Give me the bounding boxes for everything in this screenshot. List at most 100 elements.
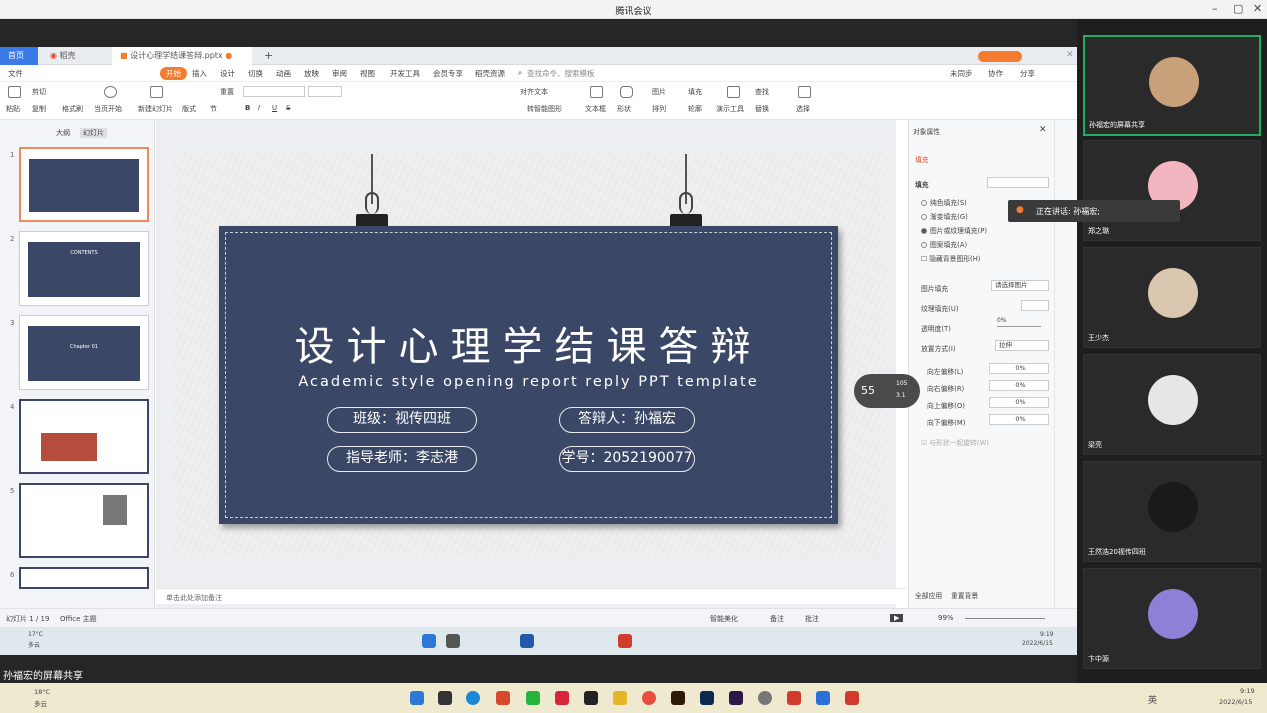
fill-option-pattern[interactable]: 图案填充(A) bbox=[921, 239, 967, 249]
office-icon[interactable] bbox=[496, 691, 510, 705]
class-pill[interactable]: 班级：视传四班 bbox=[327, 407, 477, 433]
student-id-pill[interactable]: 学号：2052190077 bbox=[559, 446, 695, 472]
zoom-slider[interactable] bbox=[965, 618, 1045, 619]
share-button[interactable]: 分享 bbox=[1020, 68, 1035, 79]
new-slide-button[interactable]: 新建幻灯片 bbox=[138, 104, 173, 114]
texture-select[interactable] bbox=[1021, 300, 1049, 311]
offset-down-input[interactable]: 0% bbox=[989, 414, 1049, 425]
props-close-icon[interactable]: ✕ bbox=[1039, 125, 1047, 135]
slide-thumbnail-6[interactable] bbox=[19, 567, 149, 589]
cut-button[interactable]: 剪切 bbox=[32, 87, 46, 97]
edge-icon[interactable] bbox=[466, 691, 480, 705]
inner-start-icon[interactable] bbox=[422, 634, 436, 648]
paste-button[interactable]: 粘贴 bbox=[6, 104, 20, 114]
inner-search-icon[interactable] bbox=[446, 634, 460, 648]
tencent-meeting-icon[interactable] bbox=[816, 691, 830, 705]
participant-tile[interactable]: 梁亮 bbox=[1083, 354, 1261, 455]
menu-devtools[interactable]: 开发工具 bbox=[390, 68, 420, 79]
copy-button[interactable]: 复制 bbox=[32, 104, 46, 114]
bold-button[interactable]: B bbox=[245, 104, 250, 112]
font-name-select[interactable] bbox=[243, 86, 305, 97]
notes-button[interactable]: 备注 bbox=[770, 614, 784, 624]
underline-button[interactable]: U bbox=[272, 104, 277, 112]
smartart-button[interactable]: 转智能图形 bbox=[527, 104, 562, 114]
placement-select[interactable]: 拉伸 bbox=[995, 340, 1049, 351]
chrome-icon[interactable] bbox=[642, 691, 656, 705]
tab-home[interactable]: 首页 bbox=[0, 47, 38, 65]
slide-thumbnail-5[interactable] bbox=[19, 483, 149, 558]
pic-fill-select[interactable]: 请选择图片 bbox=[991, 280, 1049, 291]
apply-all-button[interactable]: 全部应用 bbox=[915, 590, 942, 600]
slide-subtitle[interactable]: Academic style opening report reply PPT … bbox=[219, 374, 838, 390]
slide-thumbnail-2[interactable]: CONTENTS bbox=[19, 231, 149, 306]
tab-file[interactable]: ■ 设计心理学结课答辩.pptx ● bbox=[112, 47, 252, 65]
task-view-icon[interactable] bbox=[438, 691, 452, 705]
participant-tile[interactable]: 郑之璐 bbox=[1083, 140, 1261, 241]
menu-member[interactable]: 会员专享 bbox=[433, 68, 463, 79]
fill-option-gradient[interactable]: 渐变填充(G) bbox=[921, 211, 968, 221]
restore-icon[interactable]: ▢ bbox=[1233, 2, 1243, 15]
zoom-level[interactable]: 99% bbox=[938, 614, 954, 622]
fill-option-solid[interactable]: 纯色填充(S) bbox=[921, 197, 967, 207]
ime-lang[interactable]: 英 bbox=[1148, 693, 1157, 706]
fill-color-select[interactable] bbox=[987, 177, 1049, 188]
wechat-icon[interactable] bbox=[526, 691, 540, 705]
photoshop-icon[interactable] bbox=[700, 691, 714, 705]
start-icon[interactable] bbox=[410, 691, 424, 705]
inner-app-icon[interactable] bbox=[520, 634, 534, 648]
presenter-pill[interactable]: 答辩人：孙福宏 bbox=[559, 407, 695, 433]
play-from-button[interactable]: 当页开始 bbox=[94, 104, 122, 114]
presentation-tools-button[interactable]: 演示工具 bbox=[716, 104, 744, 114]
wps-icon[interactable] bbox=[787, 691, 801, 705]
participant-tile[interactable]: 王然浩20视传四班 bbox=[1083, 461, 1261, 562]
beautify-button[interactable]: 智能美化 bbox=[710, 614, 738, 624]
slide-thumbnail-3[interactable]: Chapter 01 bbox=[19, 315, 149, 390]
slide-thumbnail-4[interactable] bbox=[19, 399, 149, 474]
close-icon[interactable]: ✕ bbox=[1253, 2, 1262, 15]
collab-button[interactable]: 协作 bbox=[988, 68, 1003, 79]
menu-insert[interactable]: 插入 bbox=[192, 68, 207, 79]
participant-tile[interactable]: 孙福宏的屏幕共享 bbox=[1083, 35, 1261, 136]
fill-option-picture[interactable]: 图片或纹理填充(P) bbox=[921, 225, 987, 235]
slide-thumbnail-1[interactable] bbox=[19, 147, 149, 222]
premiere-icon[interactable] bbox=[729, 691, 743, 705]
italic-button[interactable]: I bbox=[258, 104, 260, 112]
offset-right-input[interactable]: 0% bbox=[989, 380, 1049, 391]
textbox-button[interactable]: 文本框 bbox=[585, 104, 606, 114]
replace-button[interactable]: 替换 bbox=[755, 104, 769, 114]
transparency-slider[interactable] bbox=[997, 326, 1041, 327]
format-painter-button[interactable]: 格式刷 bbox=[62, 104, 83, 114]
strike-button[interactable]: S bbox=[286, 104, 290, 112]
tab-slides[interactable]: 幻灯片 bbox=[80, 128, 107, 138]
tab-docer[interactable]: ◉ 稻壳 bbox=[42, 47, 84, 65]
comment-button[interactable]: 批注 bbox=[805, 614, 819, 624]
minimize-icon[interactable]: – bbox=[1212, 2, 1218, 15]
arrange-button[interactable]: 排列 bbox=[652, 104, 666, 114]
rotate-checkbox[interactable]: ☑ 与形状一起旋转(W) bbox=[921, 437, 989, 447]
app-icon[interactable] bbox=[584, 691, 598, 705]
settings-icon[interactable] bbox=[758, 691, 772, 705]
wps-icon-2[interactable] bbox=[845, 691, 859, 705]
play-slideshow-icon[interactable]: ▶ bbox=[890, 614, 904, 622]
shape-button[interactable]: 形状 bbox=[617, 104, 631, 114]
picture-button[interactable]: 图片 bbox=[652, 87, 666, 97]
teacher-pill[interactable]: 指导老师：李志港 bbox=[327, 446, 477, 472]
layout-button[interactable]: 版式 bbox=[182, 104, 196, 114]
menu-design[interactable]: 设计 bbox=[220, 68, 235, 79]
participant-tile[interactable]: 卞中源 bbox=[1083, 568, 1261, 669]
menu-transition[interactable]: 切换 bbox=[248, 68, 263, 79]
menu-file[interactable]: 文件 bbox=[8, 68, 23, 79]
find-button[interactable]: 查找 bbox=[755, 87, 769, 97]
align-text-button[interactable]: 对齐文本 bbox=[520, 87, 548, 97]
outline-button[interactable]: 轮廓 bbox=[688, 104, 702, 114]
command-search[interactable]: 查找命令、搜索模板 bbox=[527, 68, 595, 79]
illustrator-icon[interactable] bbox=[671, 691, 685, 705]
inner-wps-icon[interactable] bbox=[618, 634, 632, 648]
title-board[interactable]: 设计心理学结课答辩 Academic style opening report … bbox=[219, 226, 838, 524]
props-tab-fill[interactable]: 填充 bbox=[915, 154, 929, 164]
folder-icon[interactable] bbox=[613, 691, 627, 705]
menu-review[interactable]: 审阅 bbox=[332, 68, 347, 79]
wps-close-icon[interactable]: ✕ bbox=[1066, 50, 1074, 60]
notes-bar[interactable]: 单击此处添加备注 bbox=[156, 588, 906, 604]
login-badge[interactable] bbox=[978, 51, 1022, 62]
